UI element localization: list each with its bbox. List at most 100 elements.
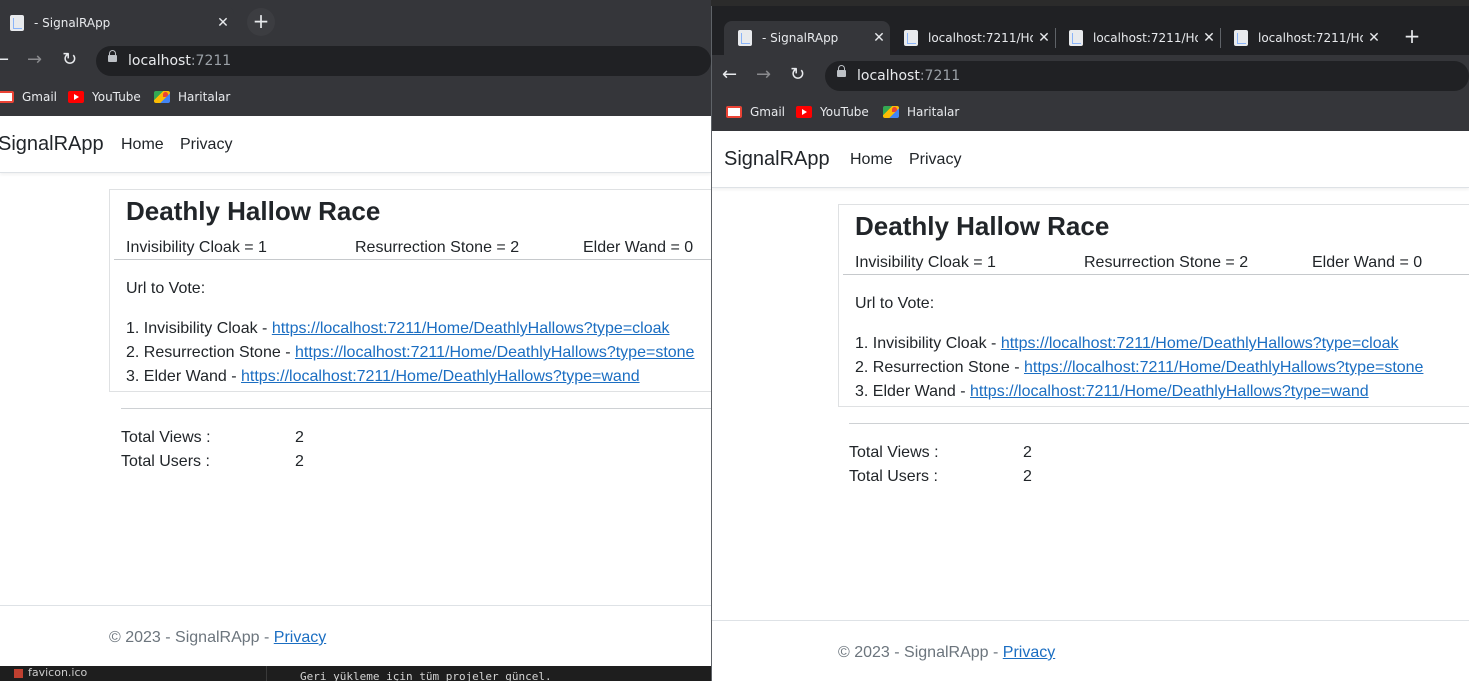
vote-item-stone: 2. Resurrection Stone - https://localhos… xyxy=(855,359,1424,376)
close-icon[interactable]: ✕ xyxy=(212,15,234,31)
console-output: Geri yükleme için tüm projeler güncel. xyxy=(300,670,552,681)
race-title: Deathly Hallow Race xyxy=(126,196,381,226)
nav-privacy[interactable]: Privacy xyxy=(180,136,232,154)
site-brand[interactable]: SignalRApp xyxy=(0,133,104,156)
back-icon[interactable]: ← xyxy=(722,63,737,87)
bookmarks-bar: Gmail YouTube Haritalar xyxy=(0,80,711,116)
bookmark-youtube[interactable]: YouTube xyxy=(68,90,141,104)
browser-window-left: - SignalRApp ✕ + ← → ↻ localhost:7211 Gm… xyxy=(0,0,711,666)
nav-home[interactable]: Home xyxy=(121,136,164,154)
total-users-value: 2 xyxy=(1023,468,1032,485)
bookmark-youtube[interactable]: YouTube xyxy=(796,105,869,119)
close-icon[interactable]: ✕ xyxy=(1033,30,1055,46)
total-views-label: Total Views : xyxy=(849,444,939,461)
footer-privacy-link[interactable]: Privacy xyxy=(1003,644,1055,661)
vote-item-cloak: 1. Invisibility Cloak - https://localhos… xyxy=(855,335,1399,352)
maps-icon xyxy=(883,106,899,118)
score-stone: Resurrection Stone = 2 xyxy=(1084,254,1249,271)
vote-link-cloak[interactable]: https://localhost:7211/Home/DeathlyHallo… xyxy=(272,320,670,337)
site-navbar: SignalRApp Home Privacy xyxy=(712,131,1469,188)
youtube-icon xyxy=(68,91,84,103)
close-icon[interactable]: ✕ xyxy=(1198,30,1220,46)
score-stone: Resurrection Stone = 2 xyxy=(355,239,520,256)
browser-window-right: - SignalRApp ✕ localhost:7211/Ho ✕ local… xyxy=(711,6,1469,681)
vote-link-cloak[interactable]: https://localhost:7211/Home/DeathlyHallo… xyxy=(1001,335,1399,352)
tab-localhost-1[interactable]: localhost:7211/Ho ✕ xyxy=(890,21,1055,55)
score-cloak: Invisibility Cloak = 1 xyxy=(855,254,996,271)
maps-icon xyxy=(154,91,170,103)
forward-icon[interactable]: → xyxy=(27,48,42,72)
page-icon xyxy=(10,15,24,31)
console-panel: favicon.ico Geri yükleme için tüm projel… xyxy=(0,666,711,681)
tab-title: - SignalRApp xyxy=(34,16,111,30)
score-wand: Elder Wand = 0 xyxy=(1312,254,1423,271)
site-footer: © 2023 - SignalRApp - Privacy xyxy=(0,605,711,666)
youtube-icon xyxy=(796,106,812,118)
url-text: localhost:7211 xyxy=(857,68,961,84)
footer-text: © 2023 - SignalRApp - Privacy xyxy=(109,629,327,646)
address-bar: ← → ↻ localhost:7211 xyxy=(712,55,1469,95)
total-views-value: 2 xyxy=(1023,444,1032,461)
gmail-icon xyxy=(726,106,742,118)
new-tab-button[interactable]: + xyxy=(247,8,275,36)
vote-link-wand[interactable]: https://localhost:7211/Home/DeathlyHallo… xyxy=(970,383,1369,400)
footer-privacy-link[interactable]: Privacy xyxy=(274,629,326,646)
total-views-value: 2 xyxy=(295,429,304,446)
bookmark-maps[interactable]: Haritalar xyxy=(154,90,230,104)
section-divider xyxy=(849,423,1469,424)
page-icon xyxy=(1234,30,1248,46)
vote-link-stone[interactable]: https://localhost:7211/Home/DeathlyHallo… xyxy=(1024,359,1423,376)
vote-item-cloak: 1. Invisibility Cloak - https://localhos… xyxy=(126,320,670,337)
race-title: Deathly Hallow Race xyxy=(855,211,1110,241)
reload-icon[interactable]: ↻ xyxy=(62,48,77,72)
score-wand: Elder Wand = 0 xyxy=(583,239,694,256)
site-brand[interactable]: SignalRApp xyxy=(724,148,830,171)
nav-privacy[interactable]: Privacy xyxy=(909,151,961,169)
footer-text: © 2023 - SignalRApp - Privacy xyxy=(838,644,1056,661)
page-icon xyxy=(904,30,918,46)
vote-item-stone: 2. Resurrection Stone - https://localhos… xyxy=(126,344,695,361)
tab-signalrapp[interactable]: - SignalRApp ✕ xyxy=(724,21,890,55)
total-users-label: Total Users : xyxy=(849,468,938,485)
nav-home[interactable]: Home xyxy=(850,151,893,169)
tab-localhost-2[interactable]: localhost:7211/Ho ✕ xyxy=(1055,21,1220,55)
gmail-icon xyxy=(0,91,14,103)
site-navbar: SignalRApp Home Privacy xyxy=(0,116,711,173)
tab-title: - SignalRApp xyxy=(762,31,839,45)
vote-link-stone[interactable]: https://localhost:7211/Home/DeathlyHallo… xyxy=(295,344,694,361)
tab-strip: - SignalRApp ✕ + xyxy=(0,0,711,40)
bookmark-maps[interactable]: Haritalar xyxy=(883,105,959,119)
url-to-vote-label: Url to Vote: xyxy=(126,280,206,297)
tab-signalrapp[interactable]: - SignalRApp ✕ xyxy=(0,6,234,40)
omnibox[interactable]: localhost:7211 xyxy=(96,46,711,76)
tab-title: localhost:7211/Ho xyxy=(1093,31,1198,45)
close-icon[interactable]: ✕ xyxy=(1363,30,1385,46)
total-views-label: Total Views : xyxy=(121,429,211,446)
section-divider xyxy=(121,408,711,409)
console-divider xyxy=(266,666,267,681)
total-users-label: Total Users : xyxy=(121,453,210,470)
close-icon[interactable]: ✕ xyxy=(868,30,890,46)
tab-localhost-3[interactable]: localhost:7211/Ho ✕ xyxy=(1220,21,1385,55)
vote-item-wand: 3. Elder Wand - https://localhost:7211/H… xyxy=(126,368,640,385)
web-page: SignalRApp Home Privacy Deathly Hallow R… xyxy=(0,116,711,666)
lock-icon[interactable] xyxy=(108,50,117,62)
web-page: SignalRApp Home Privacy Deathly Hallow R… xyxy=(712,131,1469,681)
bookmark-gmail[interactable]: Gmail xyxy=(0,90,57,104)
reload-icon[interactable]: ↻ xyxy=(790,63,805,87)
url-to-vote-label: Url to Vote: xyxy=(855,295,935,312)
new-tab-button[interactable]: + xyxy=(1398,23,1426,51)
console-file[interactable]: favicon.ico xyxy=(13,666,87,679)
url-text: localhost:7211 xyxy=(128,53,232,69)
tab-strip: - SignalRApp ✕ localhost:7211/Ho ✕ local… xyxy=(712,6,1469,55)
bookmark-gmail[interactable]: Gmail xyxy=(726,105,785,119)
forward-icon[interactable]: → xyxy=(756,63,771,87)
lock-icon[interactable] xyxy=(837,65,846,77)
address-bar: ← → ↻ localhost:7211 xyxy=(0,40,711,80)
back-icon[interactable]: ← xyxy=(0,48,9,72)
omnibox[interactable]: localhost:7211 xyxy=(825,61,1469,91)
score-cloak: Invisibility Cloak = 1 xyxy=(126,239,267,256)
vote-link-wand[interactable]: https://localhost:7211/Home/DeathlyHallo… xyxy=(241,368,640,385)
race-card: Deathly Hallow Race Invisibility Cloak =… xyxy=(838,204,1469,407)
tab-title: localhost:7211/Ho xyxy=(1258,31,1363,45)
